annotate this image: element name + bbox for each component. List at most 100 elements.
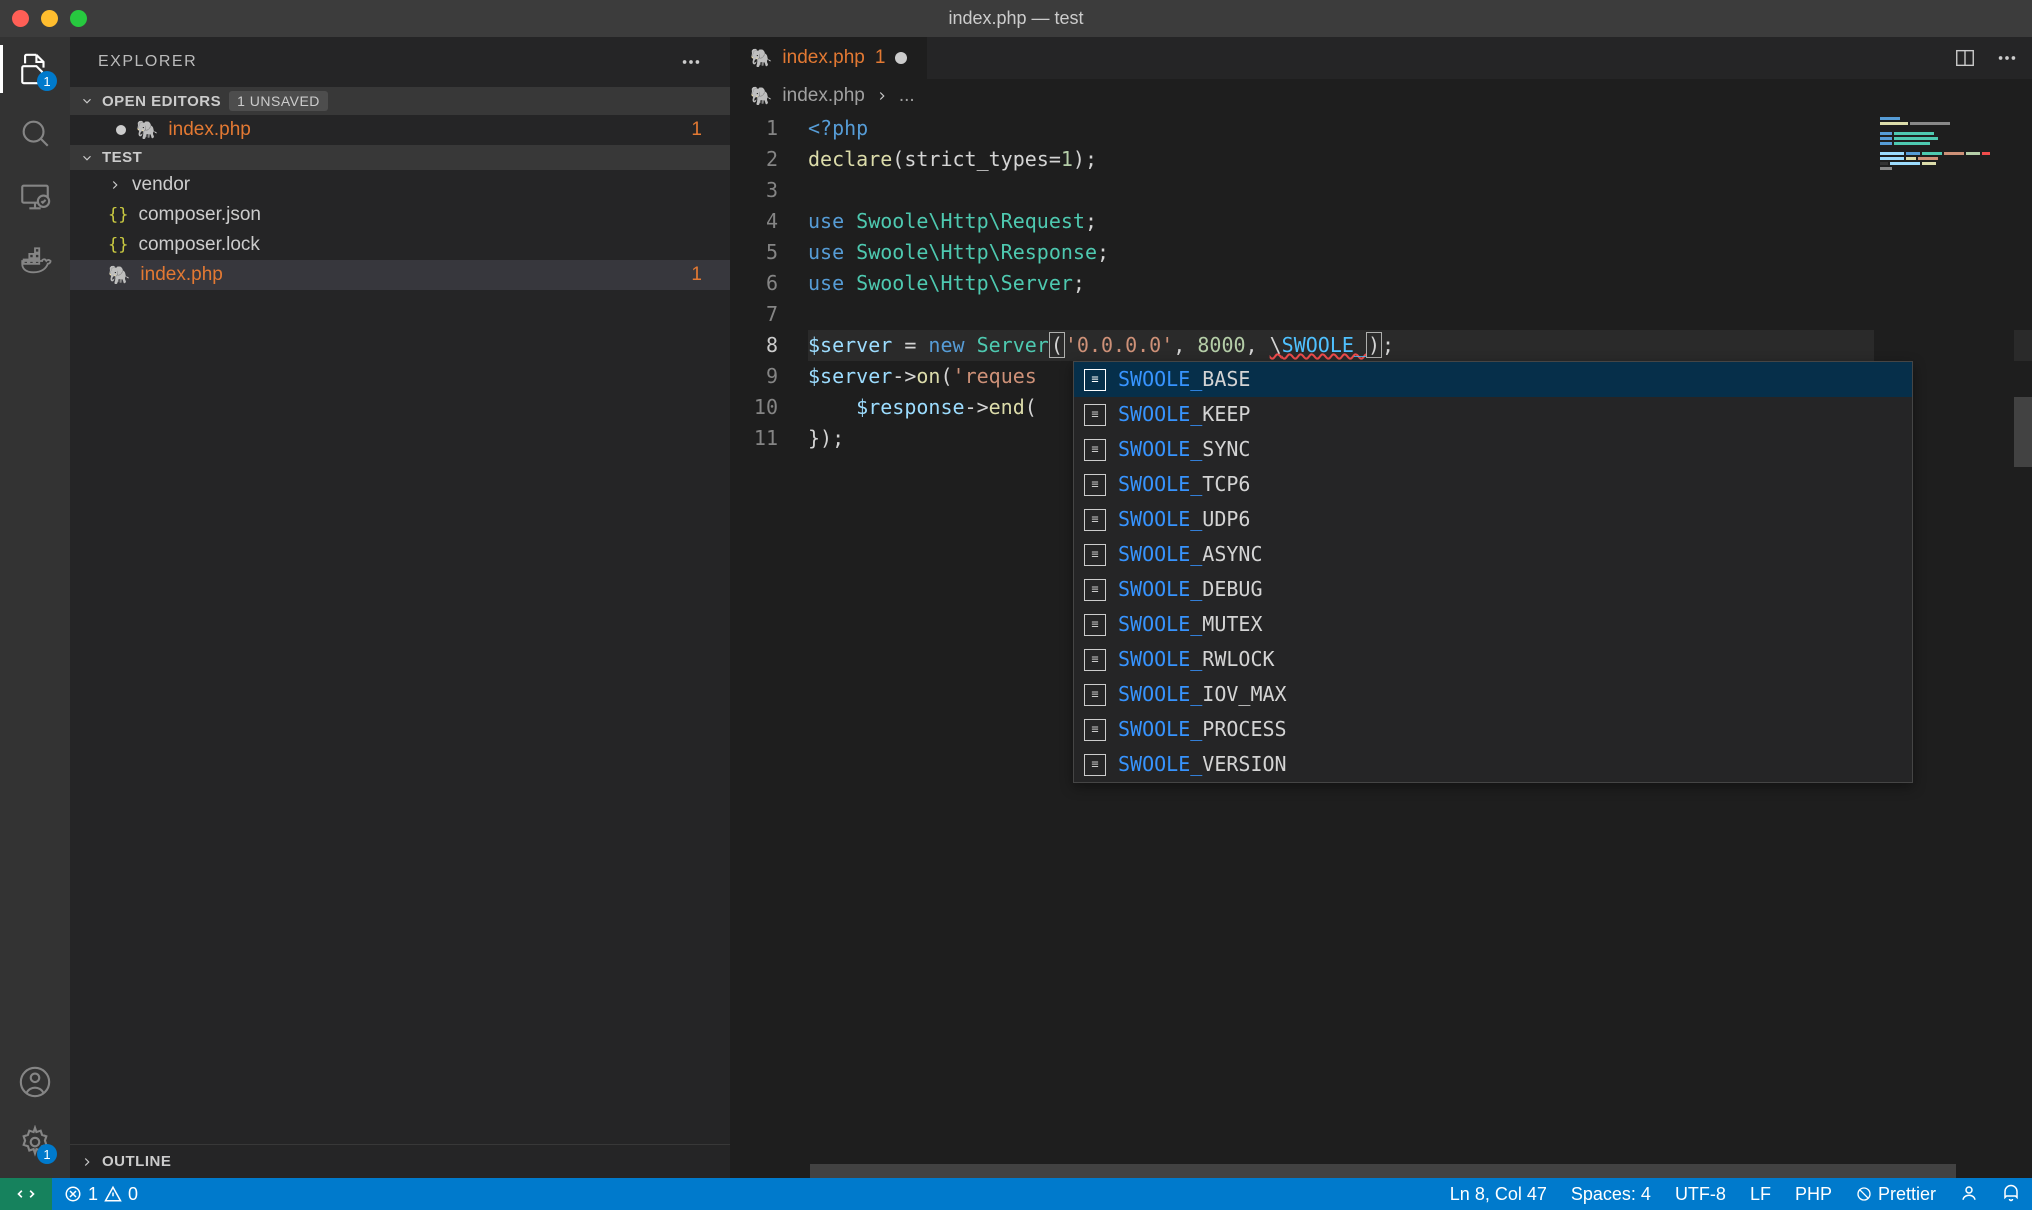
folder-header[interactable]: TEST (70, 145, 730, 170)
outline-header[interactable]: OUTLINE (70, 1144, 730, 1178)
chevron-right-icon (875, 89, 889, 103)
constant-icon: ≡ (1084, 369, 1106, 391)
file-item-label: index.php (140, 264, 222, 286)
breadcrumb-file: index.php (782, 85, 864, 107)
encoding-status[interactable]: UTF-8 (1663, 1184, 1738, 1205)
suggest-item[interactable]: ≡SWOOLE_KEEP (1074, 397, 1912, 432)
tab-dirty-icon (895, 52, 907, 64)
minimize-window-button[interactable] (41, 10, 58, 27)
suggest-item[interactable]: ≡SWOOLE_PROCESS (1074, 712, 1912, 747)
json-file-icon: {} (108, 235, 128, 255)
split-editor-icon[interactable] (1954, 47, 1976, 69)
constant-icon: ≡ (1084, 404, 1106, 426)
feedback-icon[interactable] (1948, 1184, 1990, 1202)
open-editor-filename: index.php (168, 119, 250, 141)
suggest-item[interactable]: ≡SWOOLE_RWLOCK (1074, 642, 1912, 677)
suggest-item[interactable]: ≡SWOOLE_SYNC (1074, 432, 1912, 467)
horizontal-scrollbar[interactable] (810, 1164, 1956, 1178)
explorer-badge: 1 (37, 71, 57, 91)
constant-icon: ≡ (1084, 684, 1106, 706)
editor-tabs: 🐘 index.php 1 (730, 37, 2032, 79)
suggest-item[interactable]: ≡SWOOLE_IOV_MAX (1074, 677, 1912, 712)
maximize-window-button[interactable] (70, 10, 87, 27)
sidebar: EXPLORER OPEN EDITORS 1 UNSAVED 🐘 index.… (70, 37, 730, 1178)
outline-label: OUTLINE (102, 1153, 171, 1170)
constant-icon: ≡ (1084, 614, 1106, 636)
code-content[interactable]: <?php declare(strict_types=1); use Swool… (808, 113, 2032, 1164)
constant-icon: ≡ (1084, 754, 1106, 776)
error-count: 1 (88, 1184, 98, 1205)
titlebar: index.php — test (0, 0, 2032, 37)
php-file-icon: 🐘 (750, 86, 772, 107)
indentation-status[interactable]: Spaces: 4 (1559, 1184, 1663, 1205)
folder-item-label: vendor (132, 174, 190, 196)
suggest-item[interactable]: ≡SWOOLE_MUTEX (1074, 607, 1912, 642)
file-item-composer-lock[interactable]: {} composer.lock (70, 230, 730, 260)
tab-problem-count: 1 (875, 47, 886, 69)
docker-icon[interactable] (17, 243, 53, 279)
cursor-position[interactable]: Ln 8, Col 47 (1438, 1184, 1559, 1205)
sidebar-more-icon[interactable] (680, 51, 702, 73)
chevron-down-icon (80, 151, 94, 165)
open-editor-problem-count: 1 (691, 119, 702, 141)
statusbar: 1 0 Ln 8, Col 47 Spaces: 4 UTF-8 LF PHP … (0, 1178, 2032, 1210)
gutter: 1 2 3 4 5 6 7 8 9 10 11 (730, 113, 808, 1164)
settings-badge: 1 (37, 1144, 57, 1164)
editor-area[interactable]: 1 2 3 4 5 6 7 8 9 10 11 <?php declare(st… (730, 113, 2032, 1164)
file-item-composer-json[interactable]: {} composer.json (70, 200, 730, 230)
explorer-icon[interactable]: 1 (17, 51, 53, 87)
suggest-item[interactable]: ≡SWOOLE_VERSION (1074, 747, 1912, 782)
unsaved-badge: 1 UNSAVED (229, 91, 328, 111)
file-item-label: composer.lock (138, 234, 259, 256)
suggest-item[interactable]: ≡SWOOLE_DEBUG (1074, 572, 1912, 607)
open-editor-item[interactable]: 🐘 index.php 1 (70, 115, 730, 145)
constant-icon: ≡ (1084, 474, 1106, 496)
search-icon[interactable] (17, 115, 53, 151)
window-title: index.php — test (948, 8, 1083, 29)
prettier-status[interactable]: Prettier (1844, 1184, 1948, 1205)
file-item-label: composer.json (138, 204, 261, 226)
chevron-right-icon (80, 1155, 94, 1169)
php-file-icon: 🐘 (108, 265, 130, 286)
breadcrumbs[interactable]: 🐘 index.php ... (730, 79, 2032, 113)
suggest-item[interactable]: ≡SWOOLE_ASYNC (1074, 537, 1912, 572)
eol-status[interactable]: LF (1738, 1184, 1783, 1205)
warning-count: 0 (128, 1184, 138, 1205)
php-file-icon: 🐘 (136, 120, 158, 141)
suggest-item[interactable]: ≡SWOOLE_TCP6 (1074, 467, 1912, 502)
constant-icon: ≡ (1084, 544, 1106, 566)
horizontal-scrollbar-track (730, 1164, 2032, 1178)
suggest-widget[interactable]: ≡SWOOLE_BASE ≡SWOOLE_KEEP ≡SWOOLE_SYNC ≡… (1073, 361, 1913, 783)
activity-bar: 1 1 (0, 37, 70, 1178)
tab-index-php[interactable]: 🐘 index.php 1 (730, 37, 927, 79)
json-file-icon: {} (108, 205, 128, 225)
chevron-right-icon (108, 178, 122, 192)
notifications-icon[interactable] (1990, 1184, 2032, 1202)
tab-label: index.php (782, 47, 864, 69)
language-mode[interactable]: PHP (1783, 1184, 1844, 1205)
file-item-index-php[interactable]: 🐘 index.php 1 (70, 260, 730, 290)
close-window-button[interactable] (12, 10, 29, 27)
sidebar-title: EXPLORER (98, 53, 197, 71)
chevron-down-icon (80, 94, 94, 108)
constant-icon: ≡ (1084, 649, 1106, 671)
suggest-item[interactable]: ≡SWOOLE_BASE (1074, 362, 1912, 397)
accounts-icon[interactable] (17, 1064, 53, 1100)
remote-indicator[interactable] (0, 1178, 52, 1210)
folder-name: TEST (102, 149, 142, 166)
window-controls (12, 10, 87, 27)
file-problem-count: 1 (691, 264, 702, 286)
editor-more-icon[interactable] (1996, 47, 2018, 69)
breadcrumb-rest: ... (899, 85, 915, 107)
folder-item-vendor[interactable]: vendor (70, 170, 730, 200)
vertical-scrollbar[interactable] (2014, 397, 2032, 467)
workbench: 1 1 EXPLORER (0, 37, 2032, 1178)
constant-icon: ≡ (1084, 579, 1106, 601)
open-editors-header[interactable]: OPEN EDITORS 1 UNSAVED (70, 87, 730, 115)
editor-group: 🐘 index.php 1 🐘 index.php ... (730, 37, 2032, 1178)
settings-gear-icon[interactable]: 1 (17, 1124, 53, 1160)
remote-explorer-icon[interactable] (17, 179, 53, 215)
problems-status[interactable]: 1 0 (52, 1178, 150, 1210)
suggest-item[interactable]: ≡SWOOLE_UDP6 (1074, 502, 1912, 537)
dirty-indicator-icon (116, 125, 126, 135)
